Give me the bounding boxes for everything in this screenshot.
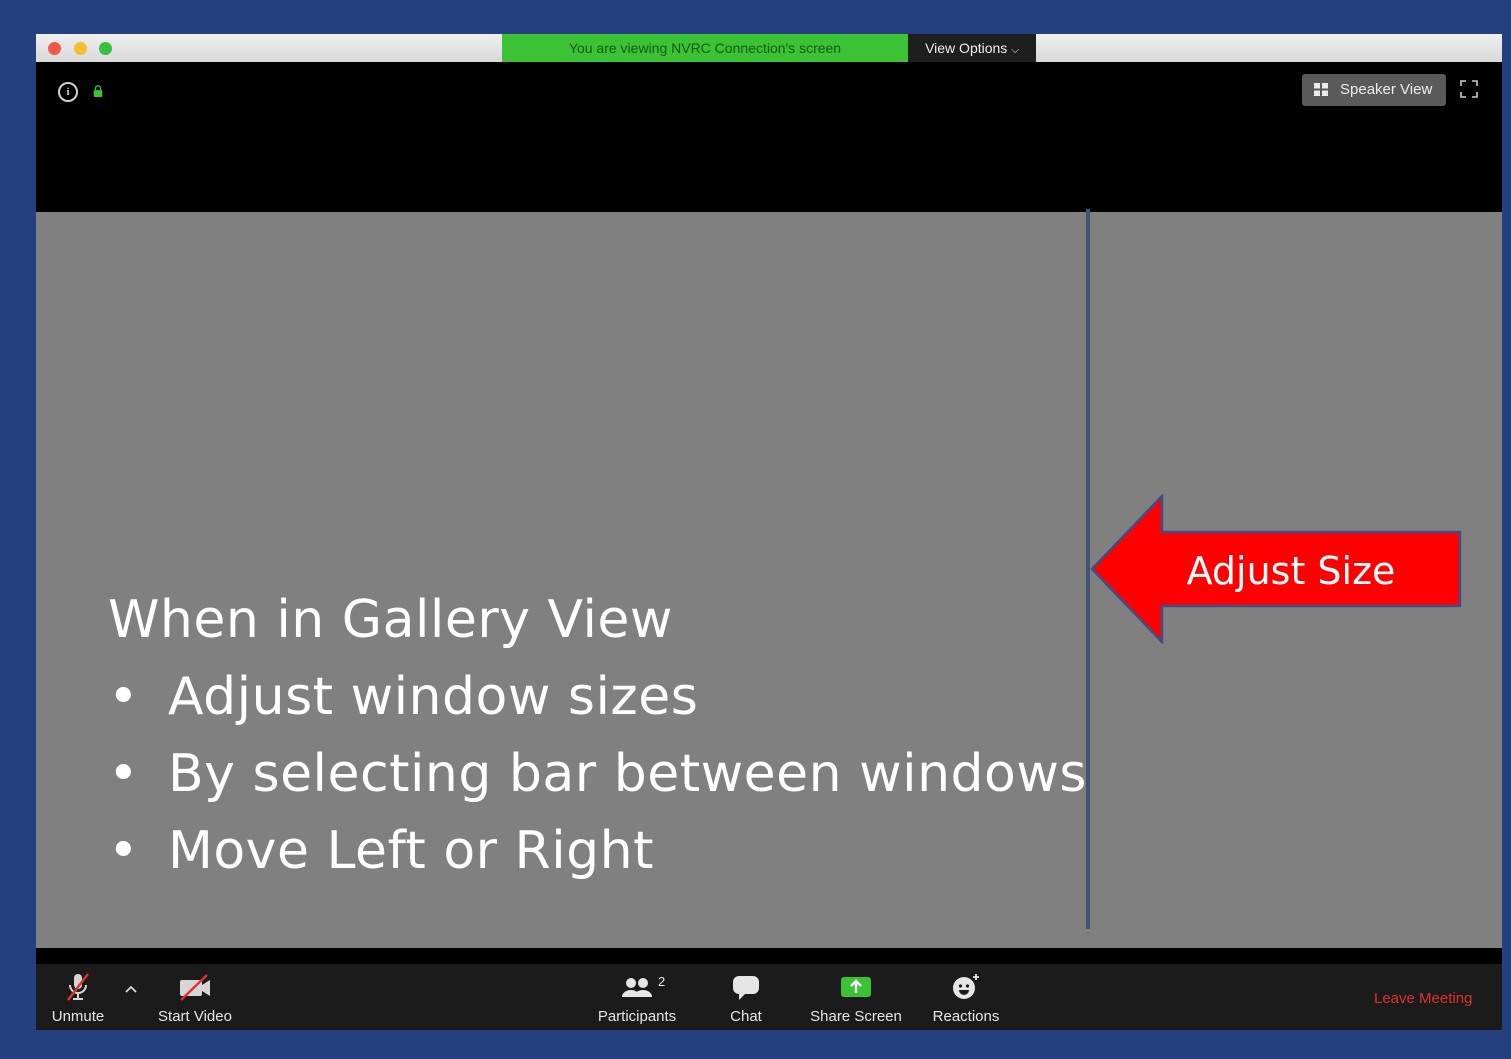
reactions-label: Reactions [932,1008,1000,1025]
zoom-meeting-window: You are viewing NVRC Connection's screen… [36,34,1502,1030]
chat-button[interactable]: Chat [716,972,776,1028]
viewing-banner-text: You are viewing NVRC Connection's screen [568,40,842,56]
start-video-button[interactable]: Start Video [150,972,240,1028]
chevron-down-icon: ⌵ [1011,45,1019,56]
instruction-item: • By selecting bar between windows [108,736,1087,813]
slide-instructions: When in Gallery View • Adjust window size… [108,582,1087,890]
view-options-label: View Options [925,40,1008,56]
bullet-marker: • [108,667,140,727]
instruction-text: By selecting bar between windows [168,744,1087,804]
view-options-button[interactable]: View Options ⌵ [908,34,1036,62]
maximize-window-button[interactable] [99,42,112,55]
grid-icon [1314,83,1328,96]
leave-meeting-button[interactable]: Leave Meeting [1374,990,1472,1007]
meeting-toolbar: Unmute Start Video Participants 2 Chat S… [36,964,1502,1030]
instruction-item: • Move Left or Right [108,813,1087,890]
lock-icon[interactable] [92,85,104,97]
instruction-text: Adjust window sizes [168,667,699,727]
unmute-label: Unmute [51,1008,105,1025]
close-window-button[interactable] [48,42,61,55]
participants-label: Participants [597,1008,677,1025]
instruction-list: • Adjust window sizes • By selecting bar b… [108,659,1087,890]
participants-count-badge: 2 [658,974,666,989]
speaker-view-button[interactable]: Speaker View [1302,74,1446,106]
start-video-label: Start Video [158,1008,232,1025]
mic-muted-icon [67,973,89,1001]
info-icon[interactable]: i [58,82,78,102]
bullet-marker: • [108,744,140,804]
audio-options-chevron-up-icon[interactable] [124,984,138,994]
speaker-view-label: Speaker View [1340,81,1433,98]
adjust-size-label: Adjust Size [1186,549,1396,593]
participants-button[interactable]: Participants [592,972,682,1028]
slide-heading: When in Gallery View [108,590,673,650]
reactions-button[interactable]: Reactions [926,972,1006,1028]
reactions-icon [953,974,979,999]
meeting-top-bar: i Speaker View [36,62,1502,212]
share-screen-icon [841,977,871,997]
participants-icon [622,978,652,997]
fullscreen-icon[interactable] [1460,80,1478,98]
unmute-button[interactable]: Unmute [46,972,110,1028]
minimize-window-button[interactable] [74,42,87,55]
chat-label: Chat [730,1008,762,1025]
instruction-text: Move Left or Right [168,821,654,881]
share-screen-button[interactable]: Share Screen [806,972,906,1028]
viewing-screen-banner: You are viewing NVRC Connection's screen [502,34,908,62]
chat-icon [733,976,759,1000]
title-bar: You are viewing NVRC Connection's screen… [36,34,1502,62]
bullet-marker: • [108,821,140,881]
share-screen-label: Share Screen [810,1008,902,1025]
instruction-item: • Adjust window sizes [108,659,1087,736]
video-off-icon [180,974,210,1001]
